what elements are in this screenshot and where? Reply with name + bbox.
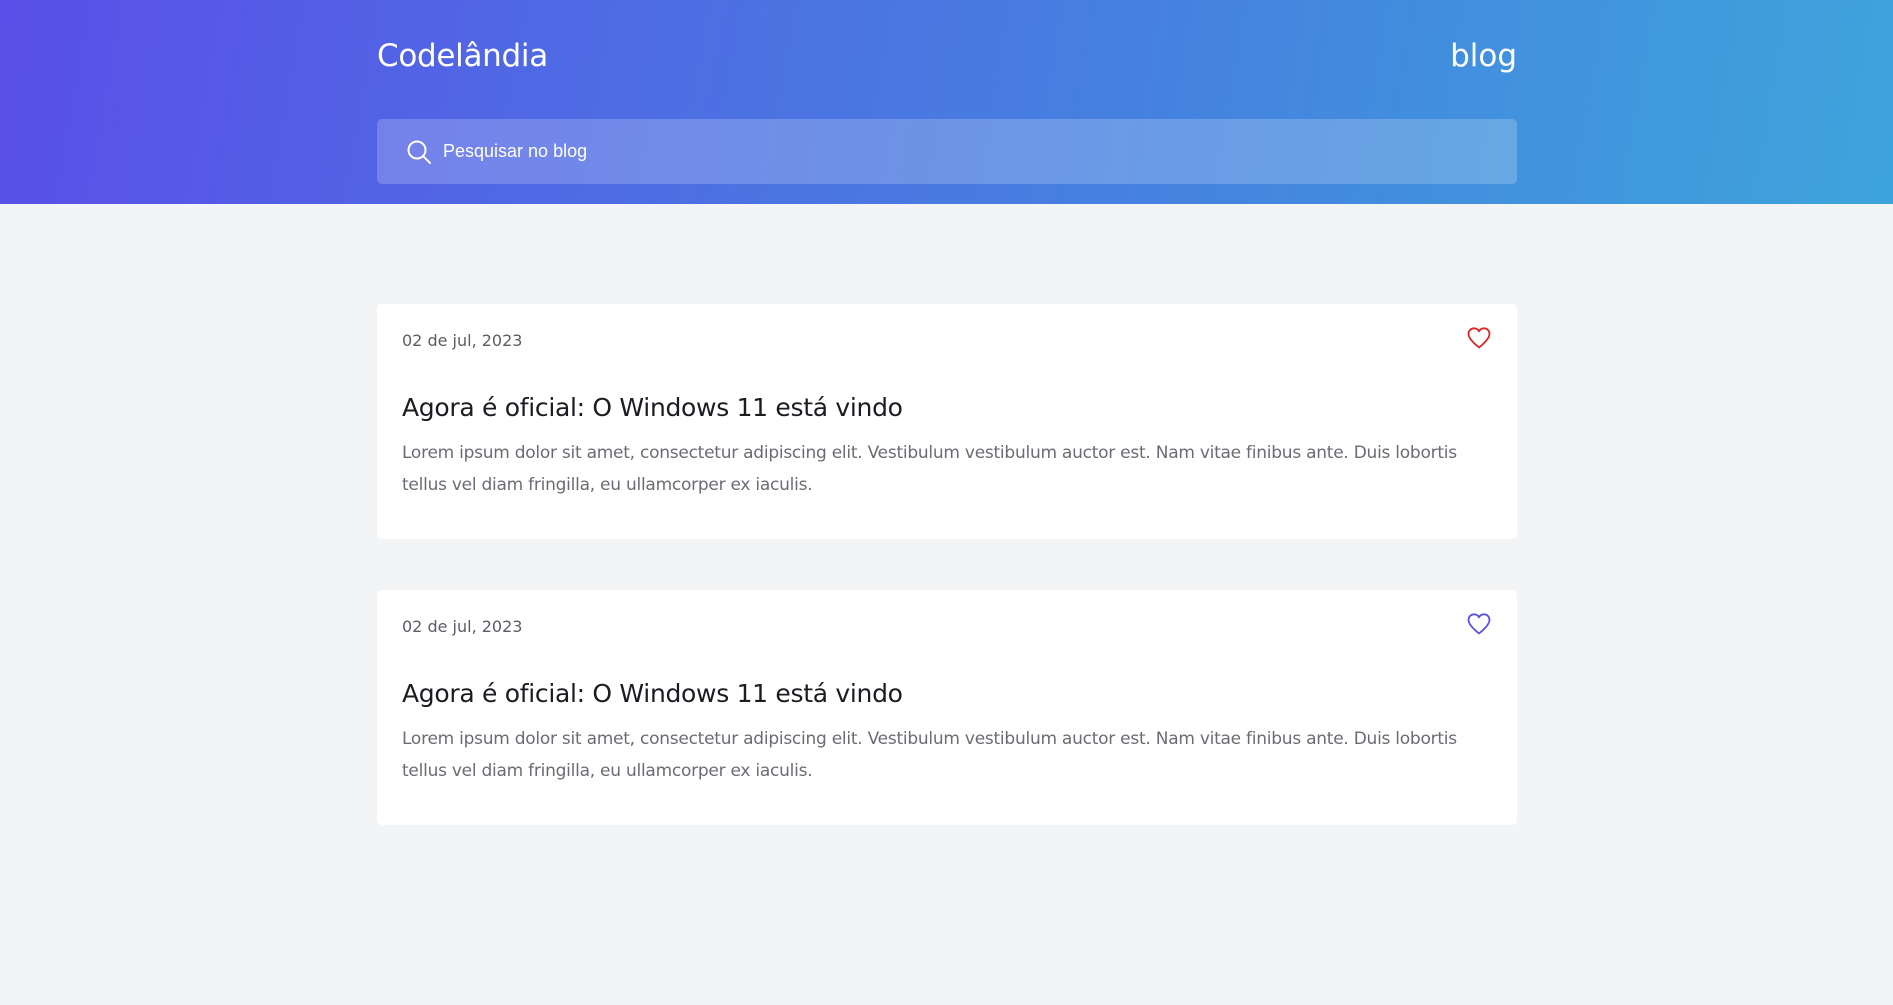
post-title[interactable]: Agora é oficial: O Windows 11 está vindo	[402, 679, 903, 708]
header-container: Codelândia blog	[377, 0, 1517, 204]
post-title[interactable]: Agora é oficial: O Windows 11 está vindo	[402, 393, 903, 422]
nav-link-blog[interactable]: blog	[1450, 38, 1517, 74]
heart-icon[interactable]	[1466, 612, 1492, 636]
search-icon	[405, 138, 433, 166]
post-date: 02 de jul, 2023	[402, 331, 523, 350]
post-list: 02 de jul, 2023 Agora é oficial: O Windo…	[377, 304, 1517, 876]
post-excerpt: Lorem ipsum dolor sit amet, consectetur …	[402, 729, 1457, 781]
search-bar[interactable]	[377, 119, 1517, 184]
post-card[interactable]: 02 de jul, 2023 Agora é oficial: O Windo…	[377, 590, 1517, 825]
page-header: Codelândia blog	[0, 0, 1893, 204]
search-input[interactable]	[443, 141, 1493, 162]
brand-logo[interactable]: Codelândia	[377, 38, 548, 74]
post-card[interactable]: 02 de jul, 2023 Agora é oficial: O Windo…	[377, 304, 1517, 539]
post-date: 02 de jul, 2023	[402, 617, 523, 636]
heart-icon[interactable]	[1466, 326, 1492, 350]
post-excerpt: Lorem ipsum dolor sit amet, consectetur …	[402, 443, 1457, 495]
